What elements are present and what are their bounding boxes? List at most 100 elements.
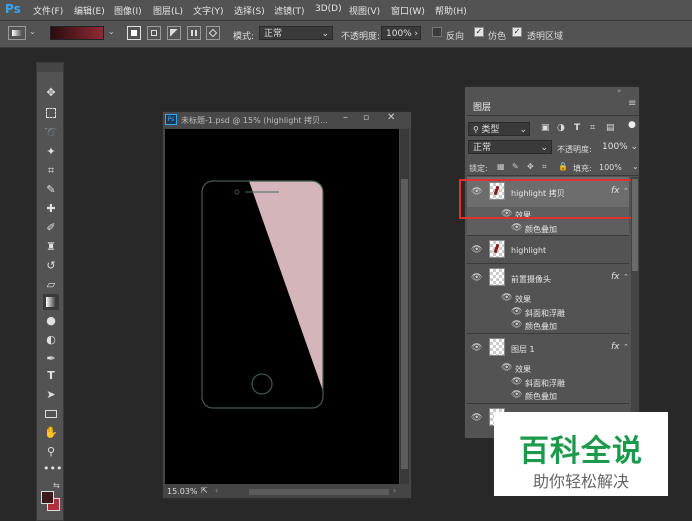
toolbar-header[interactable]: [37, 63, 63, 72]
angle-gradient-button[interactable]: [167, 26, 181, 40]
menu-3d[interactable]: 3D(D): [315, 4, 342, 14]
foreground-color-swatch[interactable]: [41, 491, 54, 504]
rectangle-tool-icon[interactable]: [43, 406, 59, 422]
layers-scroll-thumb[interactable]: [632, 179, 638, 271]
effect-bevel-emboss[interactable]: 斜面和浮雕: [525, 308, 565, 319]
gradient-editor-swatch[interactable]: [50, 26, 104, 40]
menu-image[interactable]: 图像(I): [114, 4, 142, 17]
filter-smart-object-icon[interactable]: ▤: [606, 123, 615, 133]
opacity-input[interactable]: 100% ›: [381, 26, 421, 40]
effect-eye-icon[interactable]: 👁: [511, 390, 522, 400]
filter-shape-icon[interactable]: ⌗: [590, 123, 595, 133]
visibility-eye-icon[interactable]: 👁: [471, 245, 482, 255]
blend-mode-select[interactable]: 正常 ⌄: [468, 140, 552, 154]
chevron-down-icon[interactable]: ⌄: [29, 27, 36, 36]
effect-bevel-emboss[interactable]: 斜面和浮雕: [525, 378, 565, 389]
layer-name[interactable]: 图层 1: [511, 344, 535, 355]
gradient-tool-icon[interactable]: [43, 294, 59, 310]
visibility-eye-icon[interactable]: 👁: [471, 413, 482, 423]
clone-stamp-tool-icon[interactable]: ♜: [43, 239, 59, 255]
mode-select[interactable]: 正常 ⌄: [259, 26, 333, 40]
effect-color-overlay[interactable]: 颜色叠加: [525, 321, 557, 332]
filter-adjustment-icon[interactable]: ◑: [557, 123, 565, 133]
panel-menu-icon[interactable]: ≡: [628, 98, 636, 109]
lock-artboard-icon[interactable]: ⌗: [542, 162, 547, 172]
horizontal-scroll-thumb[interactable]: [249, 489, 389, 495]
filter-type-icon[interactable]: T: [574, 123, 580, 133]
diamond-gradient-button[interactable]: [206, 26, 220, 40]
menu-layer[interactable]: 图层(L): [153, 4, 183, 17]
filter-toggle-icon[interactable]: ●: [628, 120, 636, 130]
menu-window[interactable]: 窗口(W): [391, 4, 425, 17]
layer-row[interactable]: 👁 前置摄像头 fx ⌃: [467, 263, 629, 292]
menu-help[interactable]: 帮助(H): [435, 4, 467, 17]
layer-filter-select[interactable]: ⚲ 类型 ⌄: [468, 122, 530, 136]
history-brush-tool-icon[interactable]: ↺: [43, 258, 59, 274]
document-titlebar[interactable]: Ps 未标题-1.psd @ 15% (highlight 拷贝... – ▫ …: [163, 112, 411, 128]
dither-checkbox[interactable]: ✓: [474, 27, 484, 37]
marquee-tool-icon[interactable]: [43, 105, 59, 121]
layer-name[interactable]: 前置摄像头: [511, 274, 551, 285]
magic-wand-tool-icon[interactable]: ✦: [43, 144, 59, 160]
blur-tool-icon[interactable]: ●: [43, 313, 59, 329]
brush-tool-icon[interactable]: ✐: [43, 220, 59, 236]
layer-fx-icon[interactable]: fx: [611, 272, 620, 282]
visibility-eye-icon[interactable]: 👁: [471, 343, 482, 353]
effect-eye-icon[interactable]: 👁: [511, 320, 522, 330]
linear-gradient-button[interactable]: [127, 26, 141, 40]
radial-gradient-button[interactable]: [147, 26, 161, 40]
chevron-down-icon[interactable]: ⌄: [632, 162, 639, 171]
menu-view[interactable]: 视图(V): [349, 4, 380, 17]
effect-eye-icon[interactable]: 👁: [511, 223, 522, 233]
type-tool-icon[interactable]: T: [43, 368, 59, 384]
scroll-left-icon[interactable]: ‹: [215, 486, 218, 495]
menu-file[interactable]: 文件(F): [33, 4, 63, 17]
effect-color-overlay[interactable]: 颜色叠加: [525, 391, 557, 402]
eraser-tool-icon[interactable]: ▱: [43, 277, 59, 293]
effects-eye-icon[interactable]: 👁: [501, 293, 512, 303]
close-icon[interactable]: ✕: [387, 112, 395, 123]
reflected-gradient-button[interactable]: [187, 26, 201, 40]
collapse-effects-icon[interactable]: ⌃: [623, 273, 629, 281]
menu-type[interactable]: 文字(Y): [193, 4, 224, 17]
effect-color-overlay[interactable]: 颜色叠加: [525, 224, 557, 235]
lock-all-icon[interactable]: 🔒: [558, 162, 568, 171]
effect-eye-icon[interactable]: 👁: [511, 307, 522, 317]
collapse-panel-icon[interactable]: »: [617, 87, 621, 95]
lasso-tool-icon[interactable]: ➰: [43, 125, 59, 141]
fill-value[interactable]: 100%: [599, 163, 622, 172]
layers-scrollbar[interactable]: [631, 177, 639, 425]
transparency-checkbox[interactable]: ✓: [512, 27, 522, 37]
menu-select[interactable]: 选择(S): [234, 4, 265, 17]
eyedropper-tool-icon[interactable]: ✎: [43, 182, 59, 198]
document-vertical-scrollbar[interactable]: [400, 129, 409, 484]
move-tool-icon[interactable]: ✥: [43, 85, 59, 101]
visibility-eye-icon[interactable]: 👁: [471, 273, 482, 283]
vertical-scroll-thumb[interactable]: [401, 179, 408, 469]
hand-tool-icon[interactable]: ✋: [43, 425, 59, 441]
minimize-icon[interactable]: –: [343, 112, 348, 123]
collapse-effects-icon[interactable]: ⌃: [623, 343, 629, 351]
effect-eye-icon[interactable]: 👁: [511, 377, 522, 387]
menu-edit[interactable]: 编辑(E): [74, 4, 105, 17]
layer-row[interactable]: 👁 highlight: [467, 235, 629, 264]
lock-transparent-icon[interactable]: ▦: [497, 162, 505, 171]
layer-row[interactable]: 👁 图层 1 fx ⌃: [467, 333, 629, 362]
crop-tool-icon[interactable]: ⌗: [43, 163, 59, 179]
reverse-checkbox[interactable]: [432, 27, 442, 37]
swap-colors-icon[interactable]: ⇆: [53, 481, 60, 490]
layer-fx-icon[interactable]: fx: [611, 342, 620, 352]
lock-image-icon[interactable]: ✎: [512, 162, 519, 171]
scroll-right-icon[interactable]: ›: [393, 486, 396, 495]
gradient-picker-chevron-icon[interactable]: ⌄: [108, 27, 115, 36]
gradient-tool-preset-icon[interactable]: [8, 26, 26, 40]
dodge-tool-icon[interactable]: ◐: [43, 332, 59, 348]
zoom-tool-icon[interactable]: ⚲: [43, 444, 59, 460]
effects-eye-icon[interactable]: 👁: [501, 363, 512, 373]
menu-filter[interactable]: 滤镜(T): [274, 4, 305, 17]
document-canvas[interactable]: [165, 129, 399, 484]
path-selection-tool-icon[interactable]: ➤: [43, 387, 59, 403]
layer-opacity-input[interactable]: 100% ⌄: [598, 140, 638, 154]
export-icon[interactable]: ⇱: [201, 486, 208, 495]
healing-brush-tool-icon[interactable]: ✚: [43, 201, 59, 217]
